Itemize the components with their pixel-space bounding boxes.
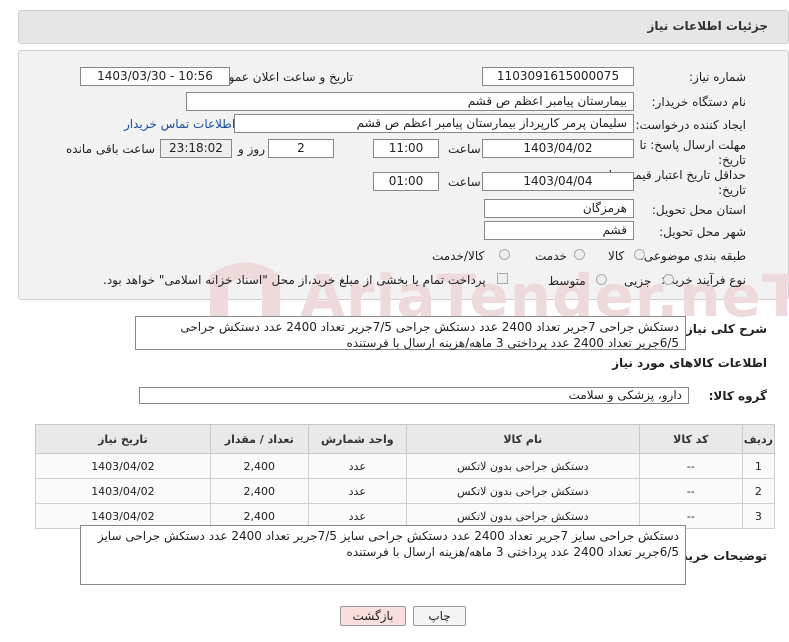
goods-group-field: دارو، پزشکی و سلامت — [139, 387, 689, 404]
cell-quantity: 2,400 — [209, 478, 309, 504]
goods-group-label: گروه کالا: — [708, 389, 767, 403]
remaining-time-field: 23:18:02 — [160, 139, 232, 158]
reply-deadline-label-date: تاریخ: — [718, 153, 746, 167]
creator-label: ایجاد کننده درخواست: — [635, 118, 746, 132]
city-label: شهر محل تحویل: — [659, 225, 746, 239]
remaining-time-label: ساعت باقی مانده — [66, 142, 156, 156]
treasury-payment-checkbox[interactable] — [497, 273, 508, 284]
reply-date-field: 1403/04/02 — [482, 139, 634, 158]
reply-time-label: ساعت — [448, 142, 481, 156]
print-button[interactable]: چاپ — [413, 606, 466, 626]
cell-name: دستکش جراحی بدون لاتکس — [405, 478, 640, 504]
province-label: استان محل تحویل: — [651, 203, 746, 217]
validity-date-field: 1403/04/04 — [482, 172, 634, 191]
process-option-medium: متوسط — [548, 274, 586, 288]
category-option-service: خدمت — [535, 249, 567, 263]
category-label: طبقه بندی موضوعی: — [639, 249, 746, 263]
column-header-row-number: ردیف — [741, 424, 776, 454]
category-radio-goods[interactable] — [634, 249, 645, 260]
validity-time-label: ساعت — [448, 175, 481, 189]
announce-date-field: 1403/03/30 - 10:56 — [80, 67, 230, 86]
cell-date: 1403/04/02 — [35, 453, 211, 479]
column-header-date: تاریخ نیاز — [35, 424, 211, 454]
buyer-contact-link[interactable]: اطلاعات تماس خریدار — [124, 117, 235, 131]
category-option-goods: کالا — [608, 249, 625, 263]
page-header: جزئیات اطلاعات نیاز — [18, 10, 789, 44]
cell-name: دستکش جراحی بدون لاتکس — [405, 453, 640, 479]
cell-code: -- — [638, 478, 743, 504]
buyer-org-field: بیمارستان پیامبر اعظم ص قشم — [186, 92, 634, 111]
need-number-label: شماره نیاز: — [689, 70, 746, 84]
need-number-field: 1103091615000075 — [482, 67, 634, 86]
buyer-org-label: نام دستگاه خریدار: — [651, 95, 747, 109]
goods-info-title: اطلاعات کالاهای مورد نیاز — [612, 356, 767, 370]
column-header-quantity: تعداد / مقدار — [209, 424, 309, 454]
goods-table: ردیف کد کالا نام کالا واحد شمارش تعداد /… — [35, 424, 776, 529]
buyer-notes-textarea: دستکش جراحی سایز 7جریر تعداد 2400 عدد دس… — [80, 525, 686, 585]
process-radio-minor[interactable] — [663, 274, 674, 285]
province-field: هرمزگان — [484, 199, 634, 218]
cell-date: 1403/04/02 — [35, 478, 211, 504]
process-option-minor: جزیی — [624, 274, 652, 288]
reply-deadline-label: مهلت ارسال پاسخ: تا — [639, 138, 746, 152]
table-header-row: ردیف کد کالا نام کالا واحد شمارش تعداد /… — [35, 424, 776, 454]
cell-row-number: 2 — [741, 478, 776, 504]
column-header-unit: واحد شمارش — [307, 424, 407, 454]
cell-row-number: 1 — [741, 453, 776, 479]
column-header-name: نام کالا — [405, 424, 640, 454]
remaining-days-field: 2 — [268, 139, 334, 158]
cell-unit: عدد — [307, 478, 407, 504]
reply-time-field: 11:00 — [373, 139, 439, 158]
category-radio-both[interactable] — [499, 249, 510, 260]
back-button[interactable]: بازگشت — [340, 606, 406, 626]
category-radio-service[interactable] — [574, 249, 585, 260]
category-option-both: کالا/خدمت — [432, 249, 485, 263]
cell-quantity: 2,400 — [209, 453, 309, 479]
description-label: شرح کلی نیاز: — [681, 322, 767, 336]
page-title: جزئیات اطلاعات نیاز — [647, 19, 768, 33]
cell-row-number: 3 — [741, 503, 776, 529]
days-label: روز و — [238, 142, 265, 156]
table-row: 2 -- دستکش جراحی بدون لاتکس عدد 2,400 14… — [35, 478, 776, 504]
creator-field: سلیمان پرمر کارپرداز بیمارستان پیامبر اع… — [234, 114, 634, 133]
column-header-code: کد کالا — [638, 424, 743, 454]
treasury-payment-note: پرداخت تمام یا بخشی از مبلغ خرید،از محل … — [103, 273, 486, 287]
price-validity-label-date: تاریخ: — [718, 183, 746, 197]
cell-unit: عدد — [307, 453, 407, 479]
validity-time-field: 01:00 — [373, 172, 439, 191]
city-field: قشم — [484, 221, 634, 240]
cell-code: -- — [638, 453, 743, 479]
table-row: 1 -- دستکش جراحی بدون لاتکس عدد 2,400 14… — [35, 453, 776, 479]
description-textarea: دستکش جراحی 7جریر تعداد 2400 عدد دستکش ج… — [135, 316, 686, 350]
process-radio-medium[interactable] — [596, 274, 607, 285]
